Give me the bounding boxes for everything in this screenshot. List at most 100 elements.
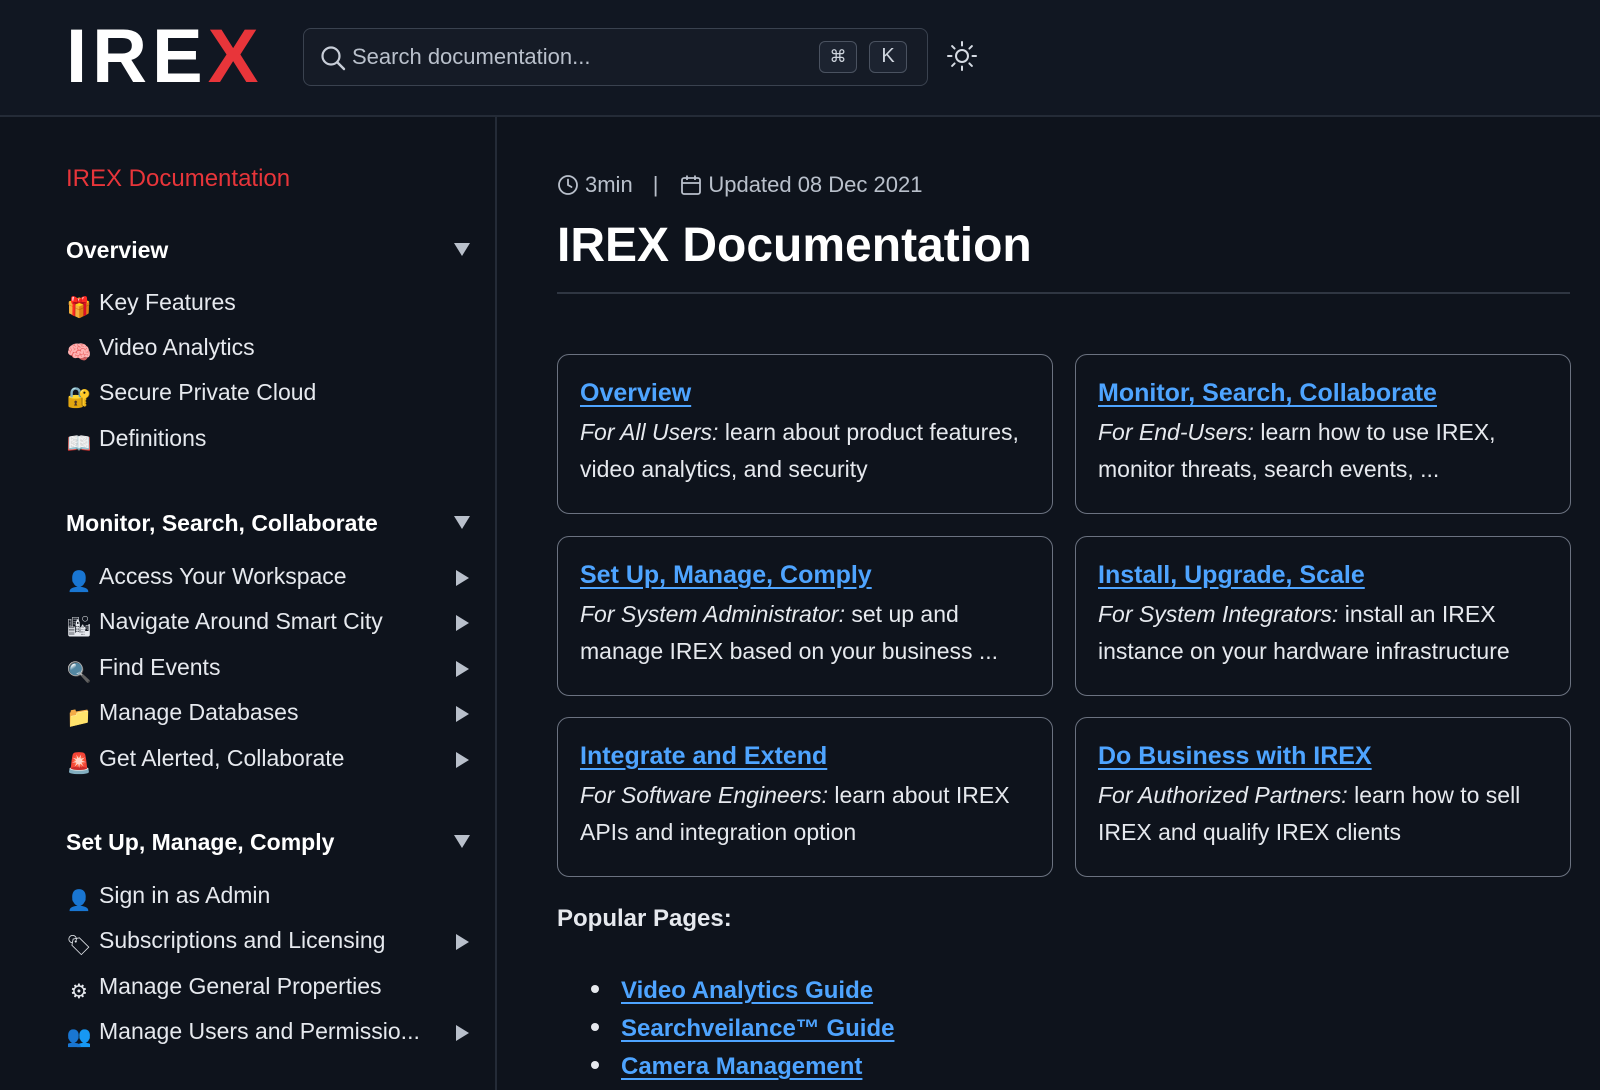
sidebar-item-key-features[interactable]: 🎁 Key Features (66, 289, 466, 325)
card-setup[interactable]: Set Up, Manage, Comply For System Admini… (557, 536, 1053, 696)
sidebar: IREX Documentation Overview 🎁 Key Feature… (0, 117, 497, 1090)
sidebar-item-label: Video Analytics (99, 334, 255, 360)
sidebar-item-manage-databases[interactable]: 📁 Manage Databases (66, 699, 469, 735)
bullet (591, 985, 599, 993)
card-title-link[interactable]: Overview (580, 379, 1030, 408)
sidebar-item-users-permissions[interactable]: 👥 Manage Users and Permissio... (66, 1018, 469, 1054)
card-title-link[interactable]: Install, Upgrade, Scale (1098, 561, 1548, 590)
sidebar-item-label: Manage Users and Permissio... (99, 1018, 420, 1044)
chevron-right-icon[interactable] (456, 934, 469, 950)
sidebar-item-label: Get Alerted, Collaborate (99, 745, 345, 771)
updated-date: Updated 08 Dec 2021 (708, 172, 923, 197)
sidebar-item-label: Find Events (99, 654, 221, 680)
user-icon: 👤 (66, 890, 92, 912)
users-icon: 👥 (66, 1026, 92, 1048)
card-description: For End-Users: learn how to use IREX, mo… (1098, 414, 1548, 488)
folder-icon: 📁 (66, 707, 92, 729)
card-overview[interactable]: Overview For All Users: learn about prod… (557, 354, 1053, 514)
chevron-right-icon[interactable] (456, 570, 469, 586)
section-label: Monitor, Search, Collaborate (66, 510, 378, 536)
chevron-right-icon[interactable] (456, 661, 469, 677)
search-box[interactable]: ⌘ K (303, 28, 928, 86)
sidebar-section-setup[interactable]: Set Up, Manage, Comply (66, 829, 470, 863)
logo-accent: X (207, 14, 264, 99)
section-label: Set Up, Manage, Comply (66, 829, 335, 855)
sidebar-item-secure-private-cloud[interactable]: 🔐 Secure Private Cloud (66, 379, 466, 415)
sidebar-item-get-alerted[interactable]: 🚨 Get Alerted, Collaborate (66, 745, 469, 781)
chevron-down-icon[interactable] (454, 243, 470, 256)
popular-link-video-analytics[interactable]: Video Analytics Guide (621, 977, 873, 1004)
sidebar-item-label: Access Your Workspace (99, 563, 347, 589)
meta-separator: | (652, 172, 659, 197)
sidebar-item-label: Subscriptions and Licensing (99, 927, 386, 953)
city-icon: 🏙 (66, 616, 92, 638)
sidebar-item-label: Sign in as Admin (99, 882, 271, 908)
sidebar-item-general-properties[interactable]: ⚙ Manage General Properties (66, 973, 466, 1009)
top-bar: IREX ⌘ K (0, 0, 1600, 117)
chevron-right-icon[interactable] (456, 615, 469, 631)
shortcut-cmd-key: ⌘ (819, 41, 857, 73)
popular-list-item: Video Analytics Guide (591, 977, 873, 1009)
bullet (591, 1061, 599, 1069)
user-icon: 👤 (66, 571, 92, 593)
page-meta: 3min | Updated 08 Dec 2021 (557, 170, 922, 200)
search-input[interactable] (352, 39, 792, 75)
popular-pages-heading: Popular Pages: (557, 905, 732, 932)
chevron-right-icon[interactable] (456, 1025, 469, 1041)
card-title-link[interactable]: Integrate and Extend (580, 742, 1030, 771)
bullet (591, 1023, 599, 1031)
sidebar-item-label: Navigate Around Smart City (99, 608, 383, 634)
sidebar-title[interactable]: IREX Documentation (66, 165, 290, 193)
sidebar-item-subscriptions[interactable]: 🏷 Subscriptions and Licensing (66, 927, 469, 963)
sidebar-item-video-analytics[interactable]: 🧠 Video Analytics (66, 334, 466, 370)
calendar-icon (681, 175, 702, 195)
card-description: For System Administrator: set up and man… (580, 596, 1030, 670)
sidebar-item-label: Key Features (99, 289, 236, 315)
card-monitor[interactable]: Monitor, Search, Collaborate For End-Use… (1075, 354, 1571, 514)
sidebar-section-overview[interactable]: Overview (66, 237, 470, 271)
chevron-right-icon[interactable] (456, 752, 469, 768)
read-time: 3min (585, 172, 633, 197)
card-audience: For End-Users: (1098, 419, 1254, 445)
brain-icon: 🧠 (66, 342, 92, 364)
popular-list-item: Camera Management (591, 1053, 862, 1085)
card-title-link[interactable]: Monitor, Search, Collaborate (1098, 379, 1548, 408)
logo-text: IRE (66, 14, 208, 99)
card-description: For Software Engineers: learn about IREX… (580, 777, 1030, 851)
sidebar-item-definitions[interactable]: 📖 Definitions (66, 425, 466, 461)
card-install[interactable]: Install, Upgrade, Scale For System Integ… (1075, 536, 1571, 696)
sidebar-item-smart-city[interactable]: 🏙 Navigate Around Smart City (66, 608, 469, 644)
popular-link-searchveilance[interactable]: Searchveilance™ Guide (621, 1015, 894, 1042)
section-label: Overview (66, 237, 169, 263)
card-title-link[interactable]: Set Up, Manage, Comply (580, 561, 1030, 590)
sidebar-item-label: Manage Databases (99, 699, 299, 725)
sidebar-item-access-workspace[interactable]: 👤 Access Your Workspace (66, 563, 469, 599)
card-description: For System Integrators: install an IREX … (1098, 596, 1548, 670)
card-integrate[interactable]: Integrate and Extend For Software Engine… (557, 717, 1053, 877)
card-title-link[interactable]: Do Business with IREX (1098, 742, 1548, 771)
gift-icon: 🎁 (66, 297, 92, 319)
sidebar-item-label: Manage General Properties (99, 973, 382, 999)
irex-logo[interactable]: IREX (66, 19, 263, 95)
sidebar-item-label: Secure Private Cloud (99, 379, 317, 405)
tag-icon: 🏷 (66, 935, 92, 957)
card-business[interactable]: Do Business with IREX For Authorized Par… (1075, 717, 1571, 877)
chevron-right-icon[interactable] (456, 706, 469, 722)
chevron-down-icon[interactable] (454, 835, 470, 848)
chevron-down-icon[interactable] (454, 516, 470, 529)
gear-icon: ⚙ (70, 981, 88, 1003)
sidebar-item-find-events[interactable]: 🔍 Find Events (66, 654, 469, 690)
sidebar-section-monitor[interactable]: Monitor, Search, Collaborate (66, 510, 470, 544)
card-audience: For System Integrators: (1098, 601, 1339, 627)
siren-icon: 🚨 (66, 753, 92, 775)
sidebar-item-sign-in-admin[interactable]: 👤 Sign in as Admin (66, 882, 466, 918)
popular-link-camera-management[interactable]: Camera Management (621, 1053, 862, 1080)
title-divider (557, 292, 1570, 294)
lock-icon: 🔐 (66, 387, 92, 409)
card-audience: For Software Engineers: (580, 782, 829, 808)
card-audience: For All Users: (580, 419, 719, 445)
search-icon (321, 46, 346, 71)
shortcut-k-key: K (869, 41, 907, 73)
card-audience: For Authorized Partners: (1098, 782, 1348, 808)
sun-icon[interactable] (946, 40, 978, 72)
